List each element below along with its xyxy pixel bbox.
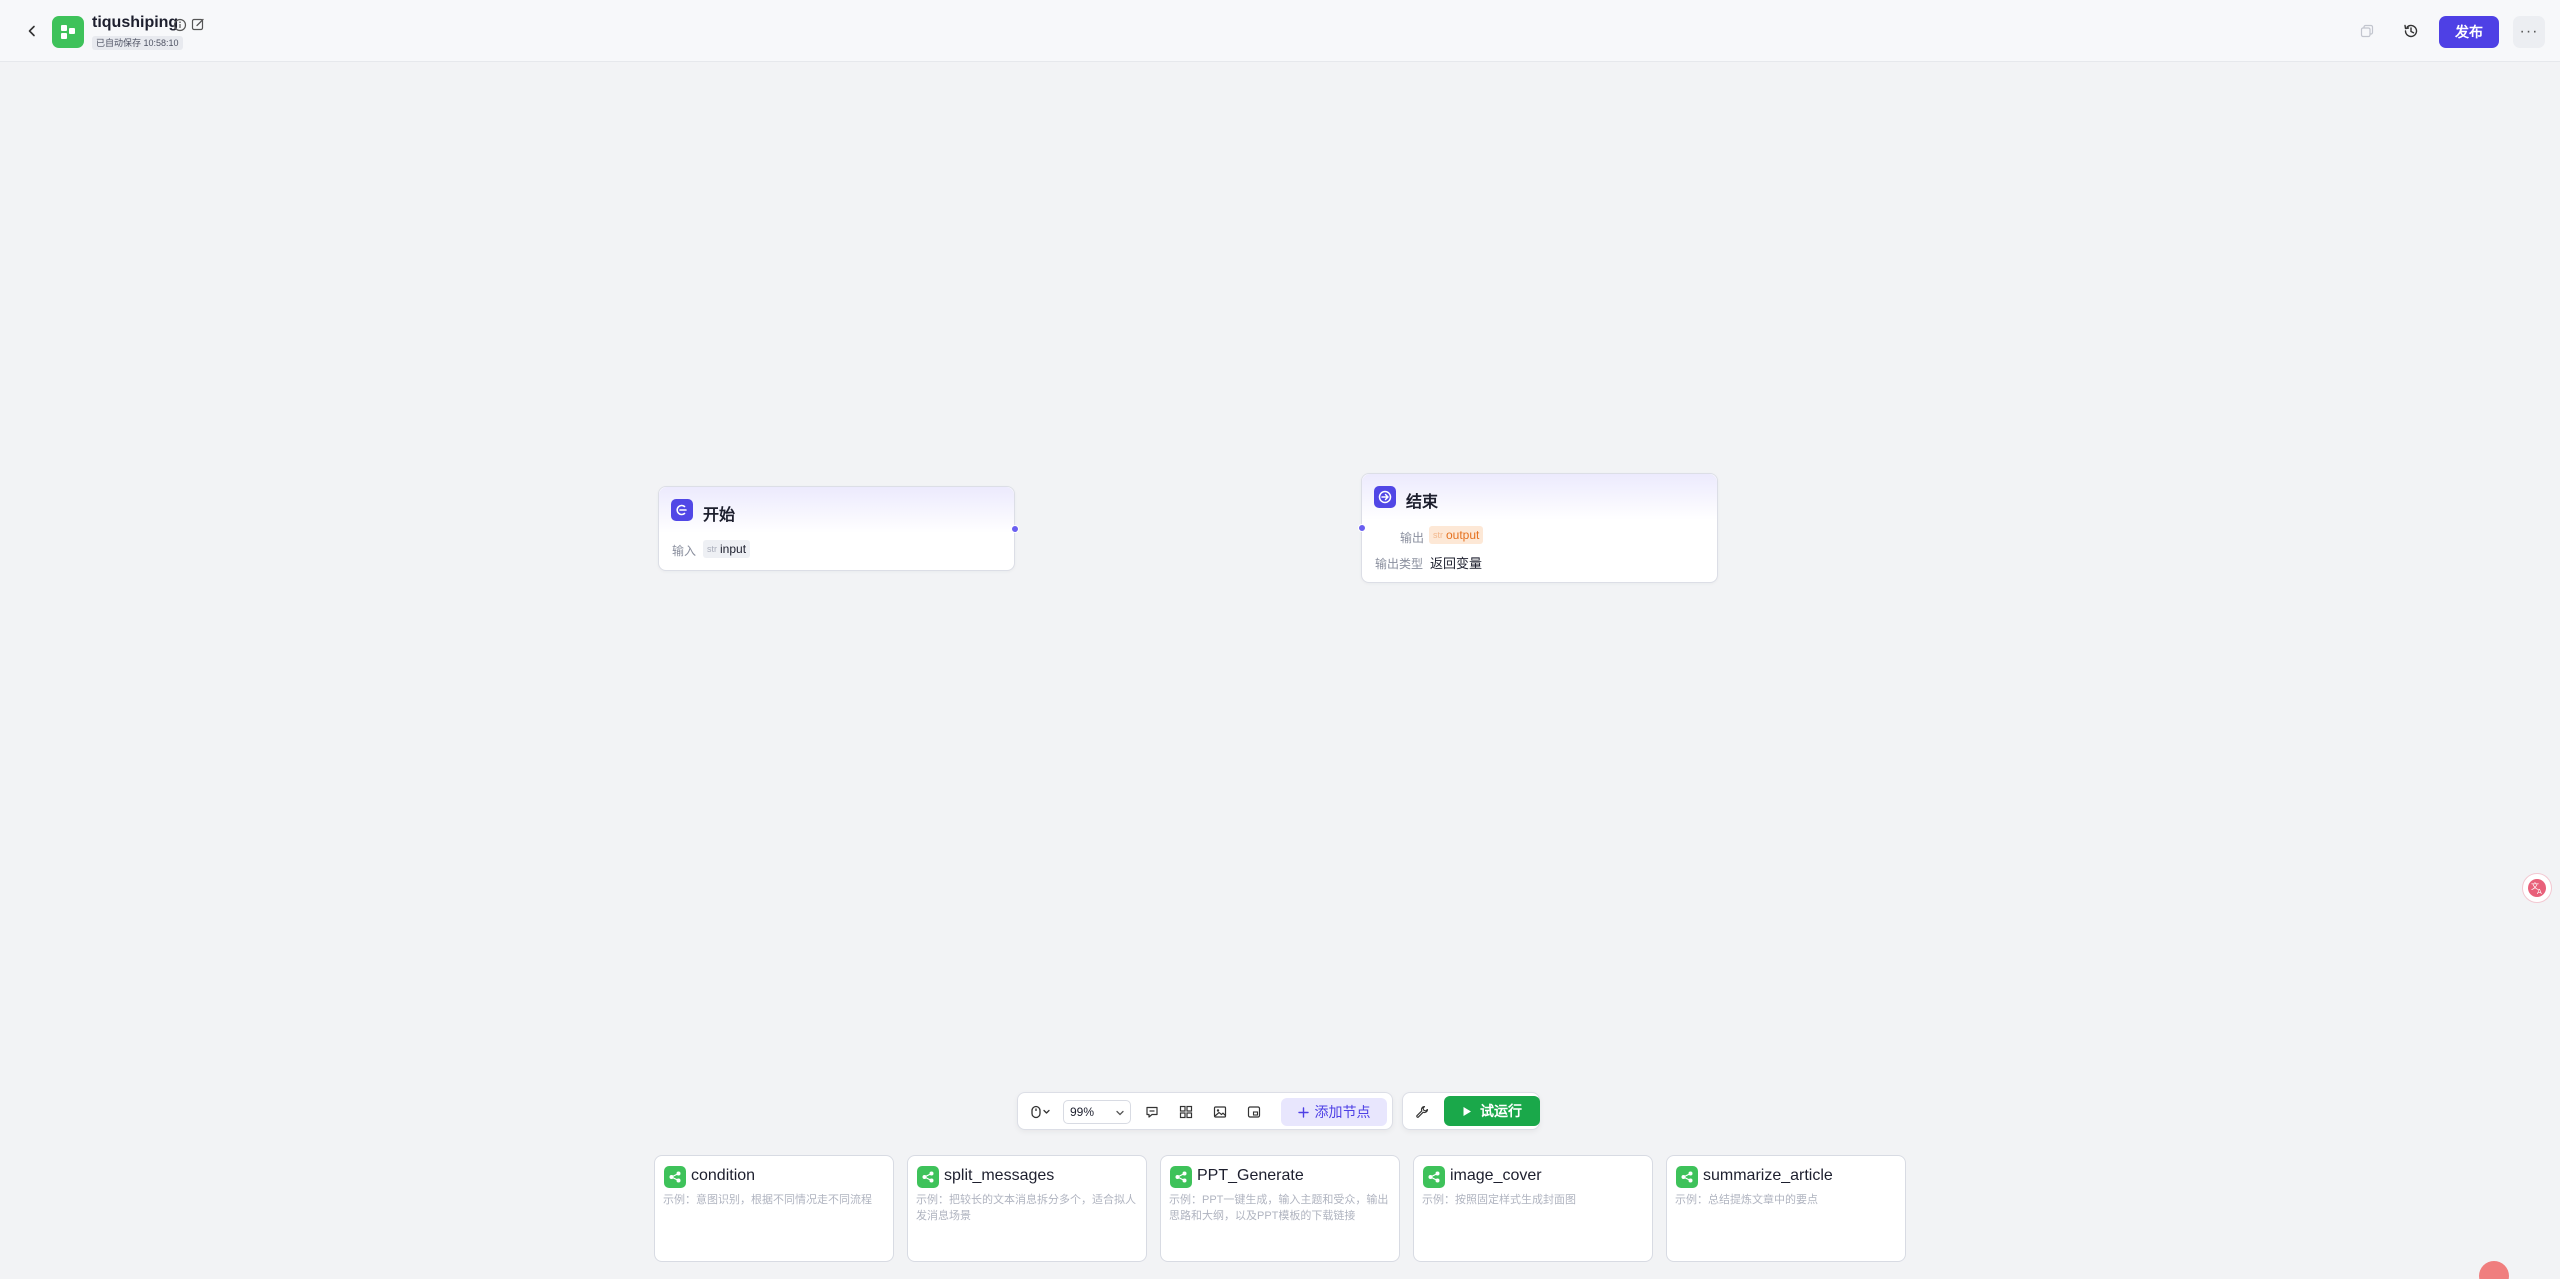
minimap-icon: [1179, 1105, 1193, 1119]
play-icon: [1463, 1106, 1471, 1116]
template-icon: [1423, 1166, 1445, 1188]
workflow-icon: [1681, 1171, 1693, 1183]
input-variable-chip: str input: [703, 540, 751, 558]
template-card[interactable]: PPT_Generate 示例：PPT一键生成，输入主题和受众，输出思路和大纲，…: [1160, 1155, 1400, 1262]
workflow-icon: [669, 1171, 681, 1183]
template-description: 示例：PPT一键生成，输入主题和受众，输出思路和大纲，以及PPT模板的下载链接: [1169, 1194, 1389, 1222]
export-image-button[interactable]: [1208, 1100, 1232, 1124]
back-icon: [28, 25, 35, 37]
top-header: tiqushiping 已自动保存 10:58:10 发布 ···: [0, 0, 2560, 62]
template-card[interactable]: summarize_article 示例：总结提炼文章中的要点: [1666, 1155, 1906, 1262]
translate-icon: 文 A: [2528, 879, 2546, 897]
output-type-value: 返回变量: [1430, 556, 1483, 571]
canvas-toolbar: 99% 添加节点: [1017, 1092, 1393, 1130]
template-name: PPT_Generate: [1197, 1167, 1304, 1184]
template-name: summarize_article: [1703, 1167, 1833, 1184]
template-icon: [1676, 1166, 1698, 1188]
workflow-icon: [922, 1171, 934, 1183]
variable-type: str: [1433, 530, 1443, 540]
edit-icon[interactable]: [191, 17, 205, 31]
template-description: 示例：把较长的文本消息拆分多个，适合拟人发消息场景: [916, 1194, 1136, 1222]
template-icon: [917, 1166, 939, 1188]
start-node-title: 开始: [703, 507, 736, 524]
image-icon: [1213, 1106, 1227, 1118]
add-node-button[interactable]: 添加节点: [1281, 1098, 1387, 1126]
template-card[interactable]: condition 示例：意图识别，根据不同情况走不同流程: [654, 1155, 894, 1262]
template-description: 示例：总结提炼文章中的要点: [1675, 1194, 1818, 1206]
minimap-button[interactable]: [1174, 1100, 1198, 1124]
variable-name: output: [1446, 528, 1480, 542]
copy-icon: [2360, 24, 2374, 38]
comment-icon: [1146, 1106, 1158, 1118]
end-node-title: 结束: [1406, 494, 1439, 511]
interaction-mode-button[interactable]: [1024, 1100, 1058, 1124]
start-node[interactable]: 开始 输入 str input: [658, 486, 1019, 571]
history-button[interactable]: [2399, 19, 2423, 43]
comment-button[interactable]: [1140, 1100, 1164, 1124]
zoom-select[interactable]: 99%: [1063, 1100, 1131, 1124]
app-logo: [52, 16, 84, 48]
template-icon: [1170, 1166, 1192, 1188]
template-icon: [664, 1166, 686, 1188]
chevron-down-icon: [1116, 1110, 1124, 1116]
debug-settings-button[interactable]: [1409, 1100, 1435, 1124]
publish-button[interactable]: 发布: [2439, 16, 2499, 48]
test-run-label: 试运行: [1480, 1103, 1522, 1119]
fit-view-button[interactable]: [1242, 1100, 1266, 1124]
back-button[interactable]: [20, 19, 44, 43]
template-description: 示例：意图识别，根据不同情况走不同流程: [663, 1194, 872, 1206]
output-label: 输出: [1400, 531, 1425, 545]
template-card[interactable]: image_cover 示例：按照固定样式生成封面图: [1413, 1155, 1653, 1262]
more-icon: ···: [2519, 23, 2539, 40]
add-node-label: 添加节点: [1314, 1104, 1371, 1120]
template-name: condition: [691, 1167, 756, 1184]
workflow-icon: [1428, 1171, 1440, 1183]
info-icon[interactable]: [173, 18, 187, 32]
template-name: split_messages: [944, 1167, 1055, 1184]
zoom-value: 99%: [1070, 1105, 1095, 1119]
end-node[interactable]: 结束 输出 str output 输出类型 返回变量: [1358, 473, 1718, 583]
svg-text:A: A: [2537, 888, 2542, 896]
mouse-icon: [1031, 1105, 1050, 1119]
end-node-icon: [1374, 486, 1396, 508]
variable-name: input: [720, 542, 747, 556]
translate-button[interactable]: 文 A: [2522, 873, 2552, 903]
exit-icon: [1378, 490, 1392, 504]
variable-type: str: [707, 544, 717, 554]
wrench-icon: [1416, 1105, 1429, 1118]
workflow-icon: [61, 25, 75, 39]
copy-button[interactable]: [2355, 19, 2379, 43]
autosave-status: 已自动保存 10:58:10: [92, 36, 183, 50]
template-description: 示例：按照固定样式生成封面图: [1422, 1194, 1576, 1206]
start-icon: [676, 504, 687, 516]
template-name: image_cover: [1450, 1167, 1542, 1184]
run-toolbar: 试运行: [1402, 1092, 1540, 1130]
history-icon: [2404, 24, 2418, 38]
fit-view-icon: [1247, 1106, 1261, 1118]
start-output-port[interactable]: [1011, 525, 1019, 533]
plus-icon: [1297, 1106, 1309, 1118]
workflow-icon: [1175, 1171, 1187, 1183]
app-title: tiqushiping: [92, 14, 179, 31]
output-type-label: 输出类型: [1375, 557, 1424, 571]
input-label: 输入: [672, 544, 697, 558]
start-node-icon: [671, 499, 693, 521]
test-run-button[interactable]: 试运行: [1444, 1096, 1540, 1126]
template-card[interactable]: split_messages 示例：把较长的文本消息拆分多个，适合拟人发消息场景: [907, 1155, 1147, 1262]
end-input-port[interactable]: [1358, 524, 1366, 532]
assistant-avatar-button[interactable]: [2479, 1261, 2509, 1279]
output-variable-chip: str output: [1429, 526, 1484, 544]
more-button[interactable]: ···: [2513, 16, 2545, 48]
